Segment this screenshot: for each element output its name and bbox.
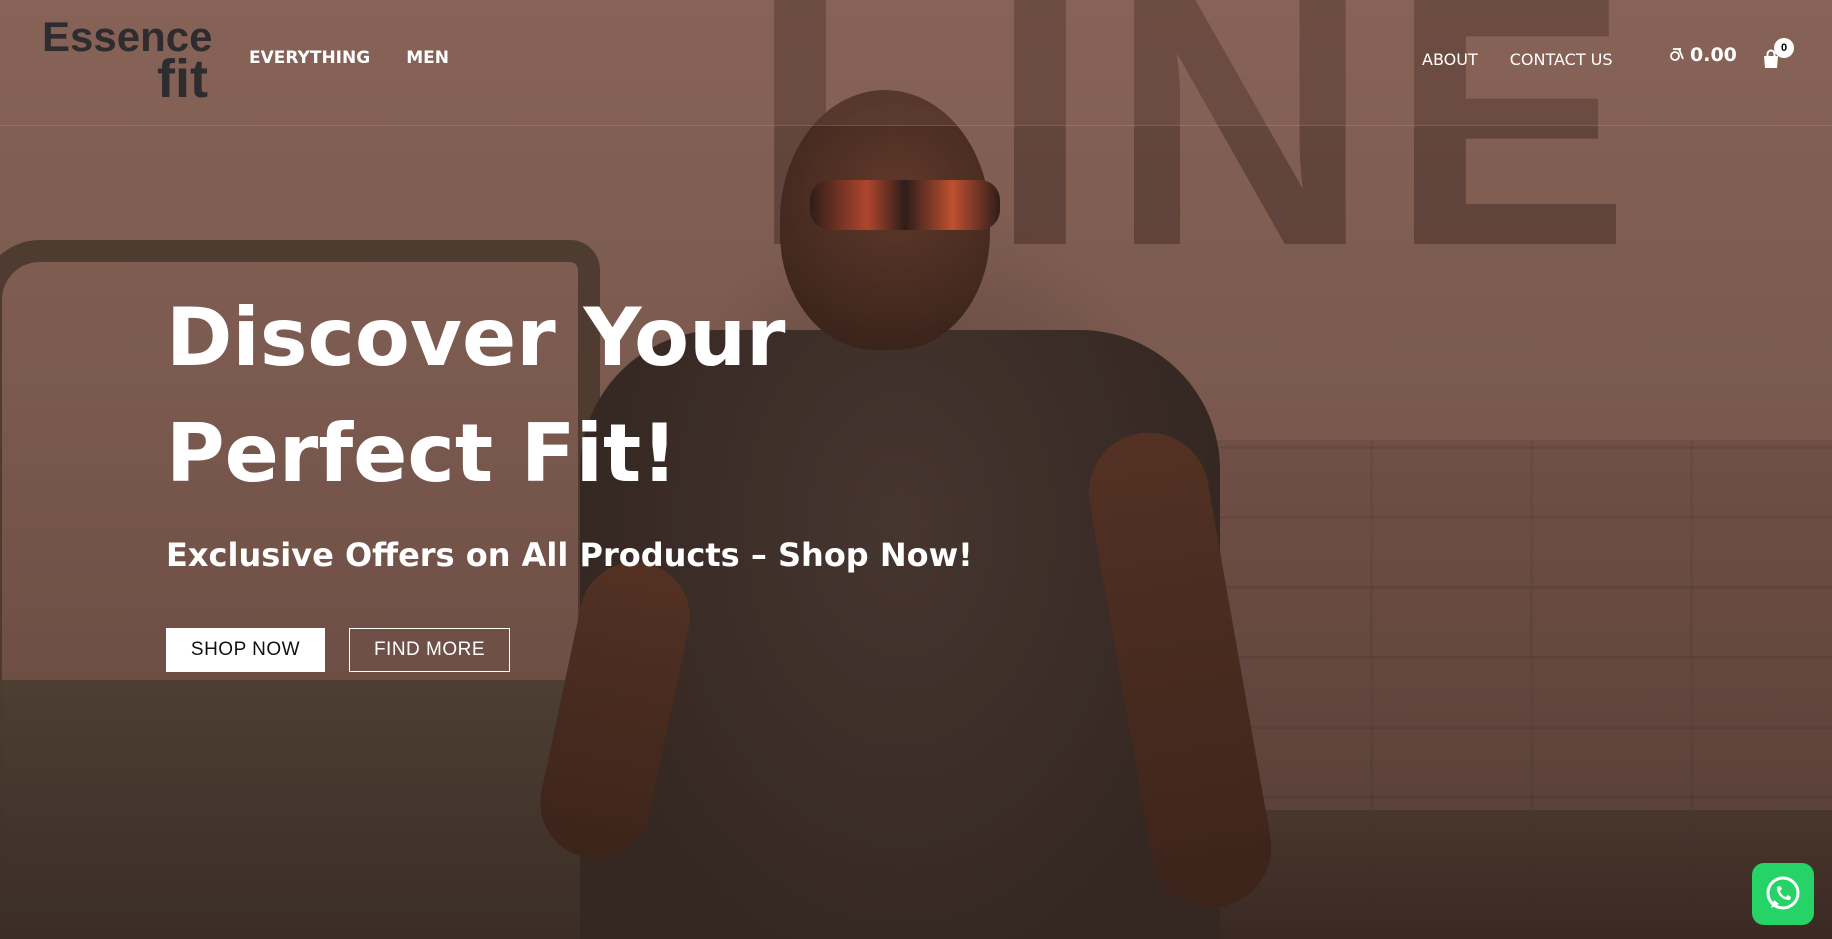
nav-item-everything[interactable]: EVERYTHING [249, 48, 370, 68]
whatsapp-chat-button[interactable] [1752, 863, 1814, 925]
logo-text-fit: fit [157, 49, 208, 109]
nav-item-men[interactable]: MEN [406, 48, 449, 68]
hero-subtitle: Exclusive Offers on All Products – Shop … [166, 536, 973, 574]
hero-banner: LINE Essence fit EVERYTHING MEN ABOUT CO… [0, 0, 1832, 939]
hero-title-line2: Perfect Fit! [166, 407, 678, 500]
cart-total-link[interactable]: 0.00 [1670, 44, 1737, 66]
site-header: Essence fit EVERYTHING MEN ABOUT CONTACT… [0, 0, 1832, 126]
secondary-nav: ABOUT CONTACT US [1422, 50, 1613, 69]
nav-item-contact-us[interactable]: CONTACT US [1510, 50, 1613, 69]
nav-item-about[interactable]: ABOUT [1422, 50, 1478, 69]
site-logo[interactable]: Essence fit [42, 16, 212, 107]
find-more-button[interactable]: FIND MORE [349, 628, 510, 672]
primary-nav: EVERYTHING MEN [249, 48, 449, 68]
cart-total-amount: 0.00 [1690, 44, 1737, 66]
hero-title-line1: Discover Your [166, 291, 786, 384]
shop-now-button[interactable]: SHOP NOW [166, 628, 325, 672]
whatsapp-icon [1766, 876, 1800, 910]
cart-count-badge: 0 [1774, 38, 1794, 58]
currency-icon [1670, 45, 1684, 66]
hero-title: Discover Your Perfect Fit! [166, 280, 926, 512]
